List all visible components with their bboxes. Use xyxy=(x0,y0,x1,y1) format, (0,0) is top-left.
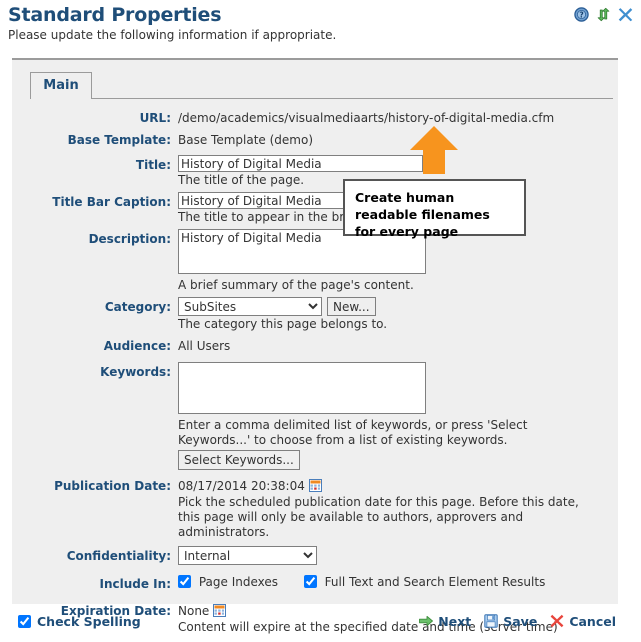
save-button[interactable]: Save xyxy=(484,614,537,629)
url-label: URL: xyxy=(139,111,171,125)
category-hint: The category this page belongs to. xyxy=(178,317,388,331)
select-keywords-button[interactable]: Select Keywords... xyxy=(178,450,300,470)
confidentiality-label: Confidentiality: xyxy=(66,549,171,563)
check-spelling-checkbox[interactable] xyxy=(18,614,31,628)
new-category-button[interactable]: New... xyxy=(327,297,376,316)
row-base-template: Base Template: Base Template (demo) xyxy=(12,130,618,148)
audience-value: All Users xyxy=(178,339,231,353)
base-template-label: Base Template: xyxy=(67,133,171,147)
tab-underline xyxy=(92,98,613,99)
url-value: /demo/academics/visualmediaarts/history-… xyxy=(178,111,555,125)
category-select[interactable]: SubSites xyxy=(178,297,322,316)
full-text-search-label: Full Text and Search Element Results xyxy=(324,575,546,589)
row-confidentiality: Confidentiality: Internal xyxy=(12,546,618,565)
category-label: Category: xyxy=(104,300,171,314)
svg-text:?: ? xyxy=(579,11,583,20)
red-x-icon xyxy=(550,614,564,628)
footer-actions-group: Next Save Cancel xyxy=(419,614,618,629)
page-indexes-checkbox[interactable] xyxy=(178,575,191,588)
arrow-right-icon xyxy=(419,614,434,628)
page-indexes-label: Page Indexes xyxy=(198,575,278,589)
base-template-value: Base Template (demo) xyxy=(178,133,313,147)
annotation-callout: Create human readable filenames for ever… xyxy=(343,179,526,239)
keywords-hint: Enter a comma delimited list of keywords… xyxy=(178,418,528,447)
footer-bar: Check Spelling Next Save Cancel xyxy=(12,606,618,636)
cancel-label: Cancel xyxy=(569,613,616,629)
page-title: Standard Properties xyxy=(8,4,222,26)
publication-date-value: 08/17/2014 20:38:04 xyxy=(178,479,305,493)
row-keywords: Keywords: Enter a comma delimited list o… xyxy=(12,362,618,470)
tab-main[interactable]: Main xyxy=(30,72,92,99)
title-input[interactable] xyxy=(178,155,423,172)
refresh-icon[interactable] xyxy=(596,7,611,22)
row-title: Title: The title of the page. xyxy=(12,155,618,188)
include-in-label: Include In: xyxy=(99,577,172,591)
full-text-search-checkbox[interactable] xyxy=(303,575,317,588)
cancel-button[interactable]: Cancel xyxy=(550,614,616,629)
calendar-icon[interactable] xyxy=(308,479,322,492)
audience-label: Audience: xyxy=(103,339,171,353)
help-icon[interactable]: ? xyxy=(574,7,589,22)
row-title-bar-caption: Title Bar Caption: The title to appear i… xyxy=(12,192,618,225)
properties-panel: Main URL: /demo/academics/visualmediaart… xyxy=(12,58,618,634)
next-label: Next xyxy=(438,613,472,629)
save-label: Save xyxy=(503,613,538,629)
floppy-disk-icon xyxy=(484,614,498,628)
row-publication-date: Publication Date: 08/17/2014 20:38:04 Pi… xyxy=(12,476,618,540)
keywords-input[interactable] xyxy=(178,362,426,414)
close-icon[interactable] xyxy=(618,7,633,22)
page-header: Standard Properties Please update the fo… xyxy=(0,0,641,43)
publication-date-hint: Pick the scheduled publication date for … xyxy=(178,495,579,539)
page-subtitle: Please update the following information … xyxy=(8,28,337,42)
next-button[interactable]: Next xyxy=(419,614,471,629)
row-include-in: Include In: Page Indexes Full Text and S… xyxy=(12,574,618,592)
tab-bar: Main xyxy=(30,72,618,99)
check-spelling-label: Check Spelling xyxy=(37,613,141,629)
title-bar-caption-label: Title Bar Caption: xyxy=(52,195,171,209)
row-audience: Audience: All Users xyxy=(12,336,618,354)
keywords-label: Keywords: xyxy=(100,365,171,379)
properties-form: URL: /demo/academics/visualmediaarts/his… xyxy=(12,108,618,635)
footer-left-group: Check Spelling xyxy=(12,614,141,629)
confidentiality-select[interactable]: Internal xyxy=(178,546,317,565)
row-url: URL: /demo/academics/visualmediaarts/his… xyxy=(12,108,618,126)
annotation-arrow-icon xyxy=(409,126,459,174)
title-label: Title: xyxy=(135,158,171,172)
description-label: Description: xyxy=(88,232,171,246)
row-category: Category: SubSites New... The category t… xyxy=(12,297,618,332)
header-icon-group: ? xyxy=(574,7,633,22)
description-hint: A brief summary of the page's content. xyxy=(178,278,414,292)
publication-date-label: Publication Date: xyxy=(54,479,171,493)
row-description: Description: History of Digital Media A … xyxy=(12,229,618,293)
